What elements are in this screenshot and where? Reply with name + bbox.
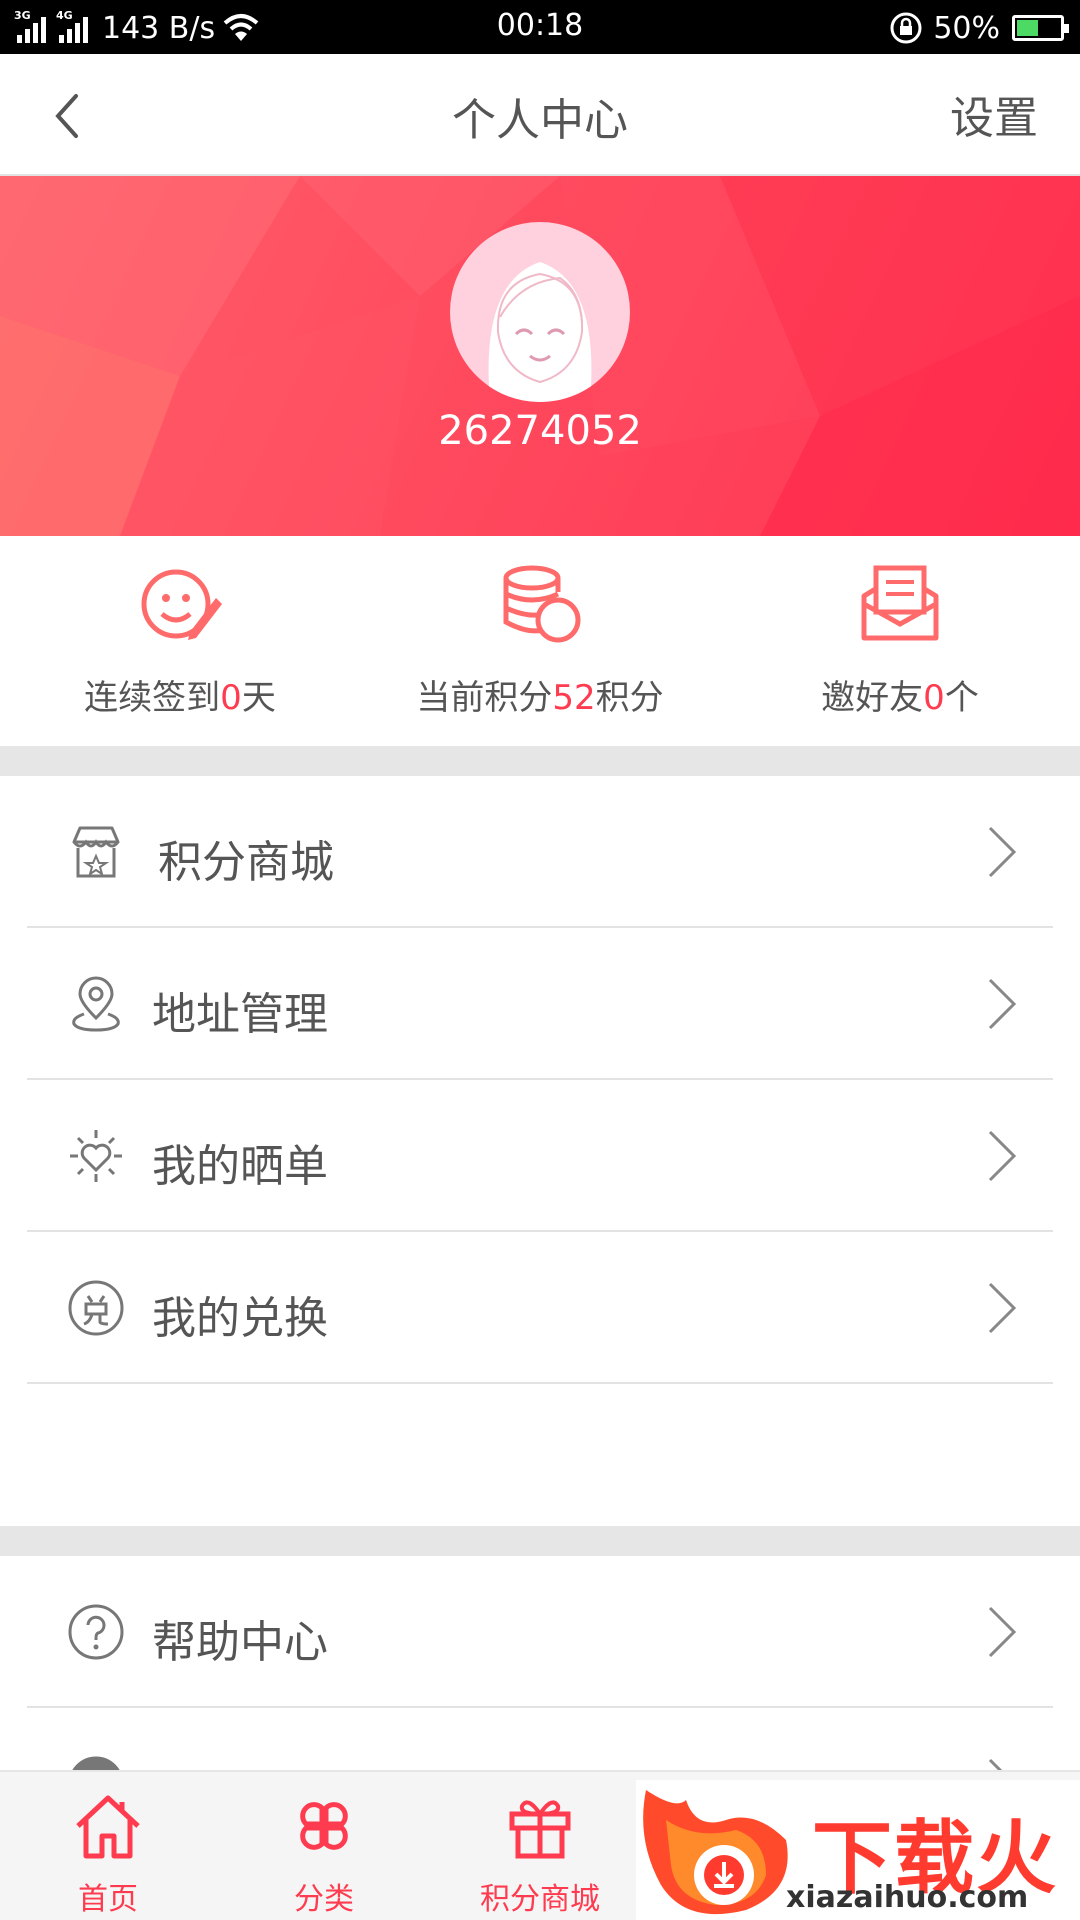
exchange-icon: [68, 1280, 124, 1336]
status-bar: 3G 4G 143 B/s 00:18 50%: [0, 0, 1080, 54]
stat-points-text: 当前积分52积分: [416, 678, 664, 718]
status-right: 50%: [889, 8, 1069, 48]
chevron-right-icon: [988, 978, 1017, 1030]
chevron-right-icon: [988, 1282, 1017, 1334]
stat-points[interactable]: 当前积分52积分: [360, 536, 720, 746]
menu-label: 帮助中心: [152, 1617, 328, 1668]
settings-button[interactable]: 设置: [950, 82, 1038, 146]
page-title: 个人中心: [452, 95, 628, 146]
tab-category[interactable]: 分类: [216, 1772, 432, 1920]
menu-item-my-shares[interactable]: 我的晒单: [0, 1080, 1080, 1232]
menu-label: 我的晒单: [152, 1141, 328, 1192]
divider: [27, 1382, 1053, 1384]
nav-header: 个人中心 设置: [0, 54, 1080, 176]
section-gap: [0, 1526, 1080, 1556]
watermark: 下载火 xiazaihuo.com: [636, 1780, 1080, 1920]
avatar-face-icon: [488, 262, 592, 402]
watermark-url: xiazaihuo.com: [786, 1880, 1029, 1915]
user-id: 26274052: [438, 408, 642, 454]
stat-invite[interactable]: 邀好友0个: [720, 536, 1080, 746]
tab-points-mall[interactable]: 积分商城: [432, 1772, 648, 1920]
menu-label: 我的兑换: [152, 1293, 328, 1344]
help-icon: [68, 1604, 124, 1660]
chevron-right-icon: [988, 826, 1017, 878]
envelope-icon: [861, 565, 939, 641]
home-icon: [76, 1795, 140, 1859]
menu-label: 积分商城: [158, 837, 334, 888]
section-gap: [0, 746, 1080, 776]
stat-invite-text: 邀好友0个: [821, 678, 979, 718]
store-icon: [72, 826, 120, 878]
tab-home[interactable]: 首页: [0, 1772, 216, 1920]
tab-label: 积分商城: [480, 1882, 600, 1917]
menu-item-points-mall[interactable]: 积分商城: [0, 776, 1080, 928]
coins-icon: [503, 565, 581, 643]
smile-sign-icon: [141, 569, 222, 640]
profile-banner: 26274052: [0, 176, 1080, 536]
battery-percent: 50%: [933, 10, 1000, 46]
tab-label: 首页: [78, 1882, 138, 1917]
menu-item-my-exchange[interactable]: 我的兑换: [0, 1232, 1080, 1384]
sun-heart-icon: [70, 1130, 122, 1182]
menu-item-help[interactable]: 帮助中心: [0, 1556, 1080, 1708]
chevron-right-icon: [988, 1130, 1017, 1182]
stats-row: 连续签到0天 当前积分52积分 邀好友0个: [0, 536, 1080, 746]
gift-icon: [509, 1800, 571, 1859]
battery-fill: [1017, 20, 1038, 36]
flame-logo-icon: [643, 1790, 788, 1915]
avatar[interactable]: [450, 222, 630, 402]
category-icon: [300, 1802, 348, 1850]
tab-label: 分类: [294, 1882, 354, 1917]
rotation-lock-icon: [890, 12, 922, 44]
location-pin-icon: [72, 976, 120, 1032]
stat-signin[interactable]: 连续签到0天: [0, 536, 360, 746]
menu-label: 地址管理: [152, 989, 328, 1040]
menu-item-address[interactable]: 地址管理: [0, 928, 1080, 1080]
chevron-right-icon: [988, 1606, 1017, 1658]
battery-icon: [1012, 15, 1069, 41]
stat-signin-text: 连续签到0天: [84, 678, 276, 718]
